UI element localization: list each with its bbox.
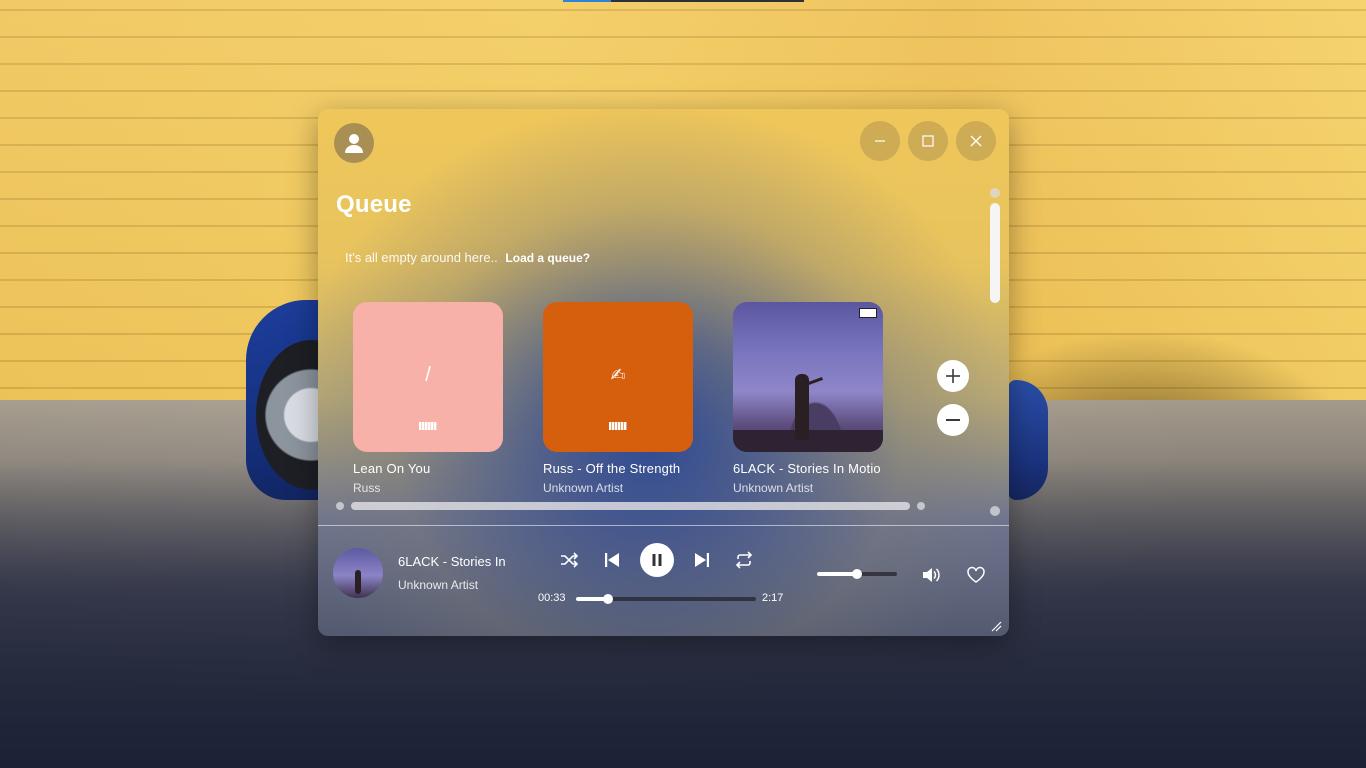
album-cover[interactable] xyxy=(733,302,883,452)
seek-bar[interactable] xyxy=(576,594,756,604)
now-playing-artist: Unknown Artist xyxy=(398,578,479,592)
top-taskbar-strip xyxy=(563,0,804,2)
vertical-scroll-down[interactable] xyxy=(990,506,1000,516)
minus-icon xyxy=(946,419,960,421)
cover-logo-icon xyxy=(609,422,627,430)
cover-logo-icon xyxy=(419,422,437,430)
pause-icon xyxy=(652,554,662,566)
resize-grip-icon[interactable] xyxy=(990,619,1002,632)
close-icon xyxy=(970,135,982,147)
minimize-button[interactable] xyxy=(860,121,900,161)
horizontal-scrollbar-thumb[interactable] xyxy=(351,502,910,510)
close-button[interactable] xyxy=(956,121,996,161)
vertical-scrollbar-thumb[interactable] xyxy=(990,203,1000,303)
volume-slider-handle[interactable] xyxy=(852,569,862,579)
horizontal-scroll-right[interactable] xyxy=(917,502,925,510)
mute-button[interactable] xyxy=(920,564,942,586)
skip-previous-icon xyxy=(605,553,619,567)
volume-slider-fill xyxy=(817,572,857,576)
elapsed-time: 00:33 xyxy=(538,592,566,604)
volume-slider[interactable] xyxy=(817,569,897,579)
empty-queue-text: It's all empty around here.. xyxy=(345,250,498,265)
zoom-out-button[interactable] xyxy=(937,404,969,436)
card-title: Lean On You xyxy=(353,461,431,476)
maximize-icon xyxy=(922,135,934,147)
repeat-button[interactable] xyxy=(733,549,755,571)
album-cover[interactable]: ✍ xyxy=(543,302,693,452)
favorite-button[interactable] xyxy=(965,564,987,586)
card-artist: Unknown Artist xyxy=(543,481,624,495)
card-title: Russ - Off the Strength xyxy=(543,461,681,476)
queue-card[interactable]: / Lean On You Russ xyxy=(353,302,503,495)
repeat-icon xyxy=(735,551,753,569)
maximize-button[interactable] xyxy=(908,121,948,161)
parental-advisory-icon xyxy=(859,308,877,318)
previous-button[interactable] xyxy=(601,549,623,571)
load-queue-link[interactable]: Load a queue? xyxy=(505,251,590,265)
cover-glyph: / xyxy=(425,363,431,386)
empty-queue-message: It's all empty around here.. Load a queu… xyxy=(345,250,590,265)
now-playing-title: 6LACK - Stories In xyxy=(398,554,506,569)
profile-button[interactable] xyxy=(334,123,374,163)
zoom-in-button[interactable] xyxy=(937,360,969,392)
card-artist: Unknown Artist xyxy=(733,481,814,495)
top-taskbar-active xyxy=(563,0,611,2)
shuffle-button[interactable] xyxy=(558,549,580,571)
card-title: 6LACK - Stories In Motio xyxy=(733,461,881,476)
pause-button[interactable] xyxy=(640,543,674,577)
volume-icon xyxy=(923,568,940,582)
minimize-icon xyxy=(875,140,885,142)
queue-card[interactable]: ✍ Russ - Off the Strength Unknown Artist xyxy=(543,302,693,495)
now-playing-cover[interactable] xyxy=(333,548,383,598)
next-button[interactable] xyxy=(691,549,713,571)
user-icon xyxy=(345,134,363,153)
vertical-scroll-up[interactable] xyxy=(990,188,1000,198)
player-divider xyxy=(318,525,1009,526)
page-title: Queue xyxy=(336,191,412,218)
skip-next-icon xyxy=(695,553,709,567)
horizontal-scroll-left[interactable] xyxy=(336,502,344,510)
heart-icon xyxy=(967,566,985,583)
cover-glyph: ✍ xyxy=(610,364,626,385)
music-player-window: Queue It's all empty around here.. Load … xyxy=(318,109,1009,636)
album-cover[interactable]: / xyxy=(353,302,503,452)
card-artist: Russ xyxy=(353,481,381,495)
total-time: 2:17 xyxy=(762,592,784,604)
plus-icon xyxy=(946,369,960,383)
queue-card[interactable]: 6LACK - Stories In Motio Unknown Artist xyxy=(733,302,883,495)
cover-art-figure xyxy=(355,570,361,594)
shuffle-icon xyxy=(561,552,579,568)
seek-bar-handle[interactable] xyxy=(603,594,614,604)
queue-card-list: / Lean On You Russ ✍ Russ - Off the Stre… xyxy=(353,302,913,502)
